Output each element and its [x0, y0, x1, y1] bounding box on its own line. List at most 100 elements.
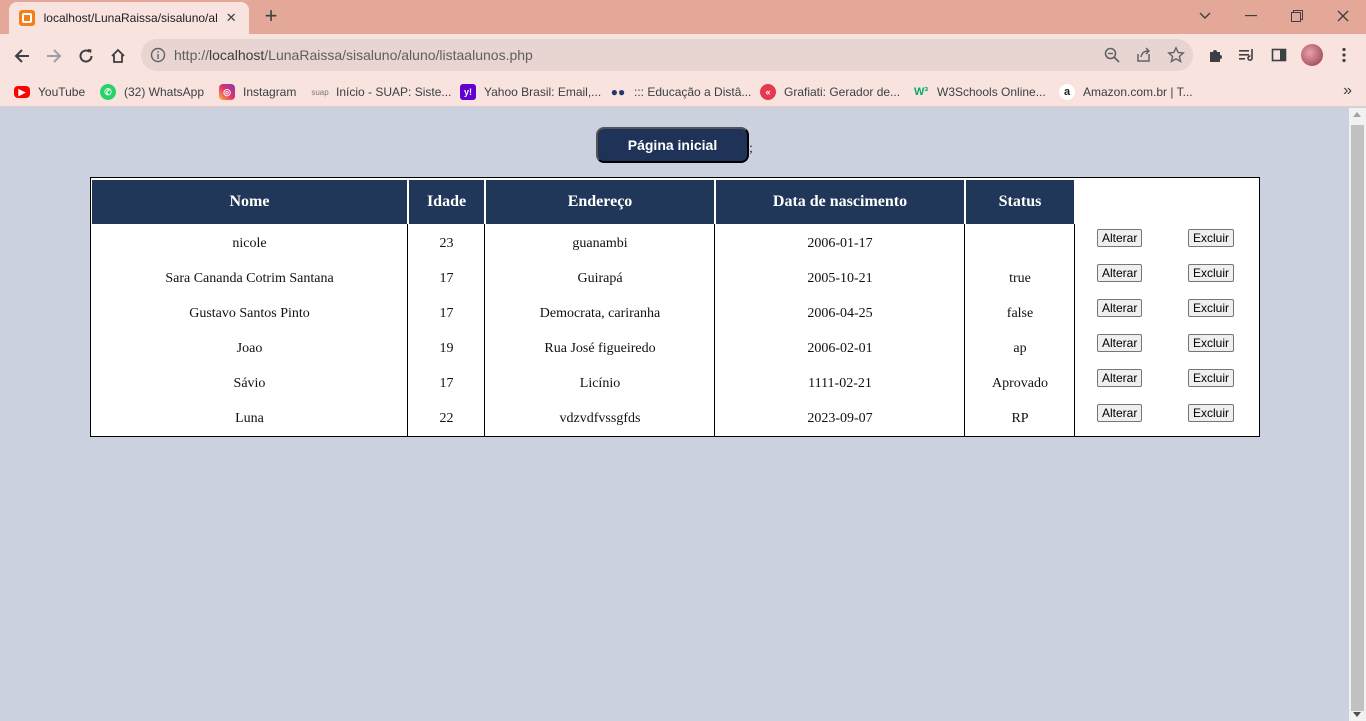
side-panel-icon[interactable]	[1268, 44, 1290, 66]
xampp-favicon-icon	[19, 10, 35, 26]
site-info-icon[interactable]	[150, 47, 166, 63]
cell-status: false	[1006, 305, 1034, 321]
table-row: Sávio 17 Licínio 1111-02-21 Aprovado Alterar E…	[91, 366, 1259, 401]
cell-idade: 17	[439, 305, 454, 321]
delete-button[interactable]: Excluir	[1188, 229, 1235, 247]
alter-button[interactable]: Alterar	[1097, 369, 1143, 387]
tab-title: localhost/LunaRaissa/sisaluno/alu	[43, 11, 218, 25]
alter-button[interactable]: Alterar	[1097, 264, 1143, 282]
cell-data-nascimento: 2005-10-21	[807, 270, 873, 286]
page-scrollbar[interactable]	[1349, 108, 1366, 721]
cell-idade: 17	[439, 375, 454, 391]
zoom-icon[interactable]	[1103, 46, 1121, 64]
home-icon[interactable]	[103, 41, 133, 71]
browser-tab[interactable]: localhost/LunaRaissa/sisaluno/alu ✕	[9, 2, 249, 34]
bookmark-instagram[interactable]: ◎ Instagram	[219, 82, 296, 102]
browser-toolbar: http://localhost/LunaRaissa/sisaluno/alu…	[0, 34, 1366, 77]
cell-data-nascimento: 2006-04-25	[807, 305, 873, 321]
bookmark-w3schools[interactable]: W³ W3Schools Online...	[913, 82, 1046, 102]
profile-avatar[interactable]	[1301, 44, 1323, 66]
cell-status: true	[1009, 270, 1031, 286]
minimize-icon[interactable]	[1228, 4, 1274, 28]
cell-data-nascimento: 2006-01-17	[807, 235, 873, 251]
bookmark-whatsapp[interactable]: ✆ (32) WhatsApp	[100, 82, 204, 102]
cell-idade: 19	[439, 340, 454, 356]
w3schools-icon: W³	[913, 86, 929, 98]
bookmark-amazon[interactable]: a Amazon.com.br | T...	[1059, 82, 1193, 102]
tab-strip: localhost/LunaRaissa/sisaluno/alu ✕ +	[0, 0, 1366, 34]
share-icon[interactable]	[1135, 46, 1153, 64]
cell-data-nascimento: 1111-02-21	[808, 375, 872, 391]
address-bar[interactable]: http://localhost/LunaRaissa/sisaluno/alu…	[141, 39, 1193, 71]
cell-endereco: Democrata, cariranha	[539, 305, 661, 321]
menu-kebab-icon[interactable]	[1333, 44, 1355, 66]
header-data-nascimento: Data de nascimento	[716, 180, 964, 224]
alter-button[interactable]: Alterar	[1097, 229, 1143, 247]
bookmarks-bar: ▶ YouTube ✆ (32) WhatsApp ◎ Instagram su…	[0, 77, 1366, 107]
alter-button[interactable]: Alterar	[1097, 404, 1143, 422]
suap-icon: suap	[311, 87, 329, 97]
forward-arrow-icon[interactable]	[39, 41, 69, 71]
cell-nome: Gustavo Santos Pinto	[189, 305, 310, 321]
header-endereco: Endereço	[486, 180, 714, 224]
new-tab-icon[interactable]: +	[259, 4, 283, 28]
delete-button[interactable]: Excluir	[1188, 369, 1235, 387]
close-window-icon[interactable]	[1320, 4, 1366, 28]
cell-idade: 22	[439, 410, 454, 426]
cell-endereco: Guirapá	[577, 270, 623, 286]
delete-button[interactable]: Excluir	[1188, 299, 1235, 317]
cell-data-nascimento: 2023-09-07	[807, 410, 873, 426]
bookmark-star-icon[interactable]	[1167, 46, 1185, 64]
header-status: Status	[966, 180, 1074, 224]
bookmark-ead[interactable]: ●● ::: Educação a Distâ...	[610, 82, 752, 102]
header-idade: Idade	[409, 180, 484, 224]
cell-endereco: Licínio	[579, 375, 621, 391]
bookmark-grafiati[interactable]: « Grafiati: Gerador de...	[760, 82, 900, 102]
url-text: http://localhost/LunaRaissa/sisaluno/alu…	[174, 47, 533, 63]
scroll-down-arrow-icon[interactable]	[1353, 712, 1361, 717]
delete-button[interactable]: Excluir	[1188, 334, 1235, 352]
cell-endereco: vdzvdfvssgfds	[559, 410, 641, 426]
instagram-icon: ◎	[219, 84, 235, 100]
cell-status: ap	[1013, 340, 1027, 356]
tab-search-chevron-icon[interactable]	[1182, 4, 1228, 28]
cell-status: RP	[1011, 410, 1029, 426]
restore-icon[interactable]	[1274, 4, 1320, 28]
table-row: Joao 19 Rua José figueiredo 2006-02-01 ap Alt…	[91, 331, 1259, 366]
cell-nome: nicole	[232, 235, 267, 251]
cell-data-nascimento: 2006-02-01	[807, 340, 873, 356]
youtube-icon: ▶	[14, 86, 30, 98]
scroll-thumb[interactable]	[1351, 125, 1364, 711]
grafiati-icon: «	[760, 84, 776, 100]
scroll-up-arrow-icon[interactable]	[1353, 112, 1361, 117]
bookmark-yahoo[interactable]: y! Yahoo Brasil: Email,...	[460, 82, 601, 102]
yahoo-icon: y!	[460, 84, 476, 100]
bookmark-youtube[interactable]: ▶ YouTube	[14, 82, 85, 102]
cell-nome: Joao	[236, 340, 263, 356]
bookmarks-overflow-icon[interactable]: »	[1343, 82, 1352, 100]
bookmark-suap[interactable]: suap Início - SUAP: Siste...	[311, 82, 451, 102]
extensions-puzzle-icon[interactable]	[1205, 44, 1227, 66]
table-row: Sara Cananda Cotrim Santana 17 Guirapá 2005…	[91, 261, 1259, 296]
cell-status	[966, 226, 1074, 261]
tab-close-icon[interactable]: ✕	[223, 10, 239, 26]
cell-nome: Sávio	[233, 375, 266, 391]
alter-button[interactable]: Alterar	[1097, 334, 1143, 352]
table-row: Luna 22 vdzvdfvssgfds 2023-09-07 RP Alterar Ex…	[91, 401, 1259, 436]
ead-icon: ●●	[610, 85, 626, 99]
reload-icon[interactable]	[71, 41, 101, 71]
back-arrow-icon[interactable]	[7, 41, 37, 71]
header-nome: Nome	[92, 180, 407, 224]
cell-endereco: guanambi	[572, 235, 628, 251]
home-page-button[interactable]: Página inicial	[596, 127, 749, 163]
stray-semicolon: ;	[749, 141, 753, 156]
students-table: Nome Idade Endereço Data de nascimento S…	[90, 177, 1260, 437]
media-control-icon[interactable]	[1236, 44, 1258, 66]
whatsapp-icon: ✆	[100, 84, 116, 100]
table-row: Gustavo Santos Pinto 17 Democrata, cariran…	[91, 296, 1259, 331]
delete-button[interactable]: Excluir	[1188, 264, 1235, 282]
alter-button[interactable]: Alterar	[1097, 299, 1143, 317]
cell-nome: Luna	[235, 410, 264, 426]
cell-idade: 17	[439, 270, 454, 286]
delete-button[interactable]: Excluir	[1188, 404, 1235, 422]
